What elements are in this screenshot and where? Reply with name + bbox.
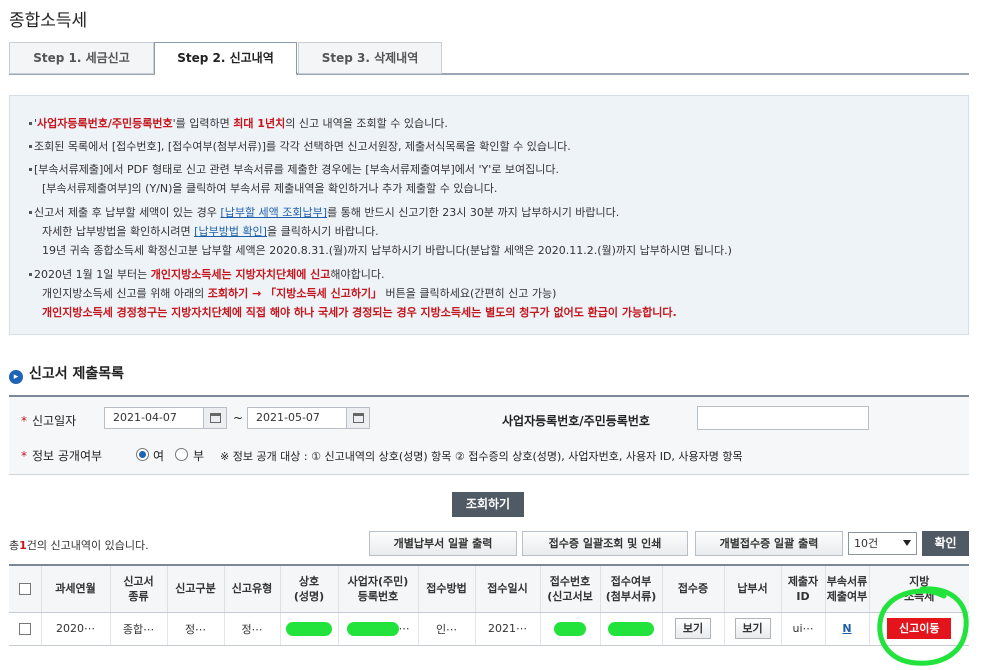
row-checkbox[interactable]	[18, 623, 31, 635]
public-note: ※ 정보 공개 대상 : ① 신고내역의 상호(성명) 항목 ② 접수증의 상호…	[220, 450, 743, 463]
biz-number-label: 사업자등록번호/주민등록번호	[502, 414, 650, 428]
table-header-row: 과세연월 신고서 종류 신고구분 신고유형 상호 (성명) 사업자(주민) 등록번호 …	[9, 564, 969, 613]
public-no-radio[interactable]	[175, 448, 188, 461]
pay-method-link[interactable]: [납부방법 확인]	[194, 225, 267, 238]
tab-step1[interactable]: Step 1. 세금신고	[9, 42, 154, 74]
view-receipt-button[interactable]: 보기	[675, 618, 711, 639]
date-tilde: ~	[233, 411, 244, 425]
column-header: 사업자(주민) 등록번호	[338, 564, 419, 613]
tab-step3[interactable]: Step 3. 삭제내역	[298, 42, 442, 74]
page-title: 종합소득세	[9, 11, 88, 31]
notice-box: '사업자등록번호/주민등록번호'를 입력하면 최대 1년치의 신고 내역을 조회…	[9, 95, 969, 335]
cell-category: 정⋯	[167, 612, 225, 646]
column-header: 과세연월	[41, 564, 111, 613]
calendar-icon[interactable]	[346, 407, 370, 429]
bullet-icon	[29, 211, 32, 214]
cell-status-redacted[interactable]	[600, 612, 663, 646]
individual-receipt-print-button[interactable]: 개별접수증 일괄 출력	[695, 531, 843, 556]
column-header: 지방 소득세	[869, 564, 969, 613]
notice-line: 개인지방소득세 신고를 위해 아래의 조회하기 → 「지방소득세 신고하기」 버…	[42, 287, 557, 300]
select-all-checkbox[interactable]	[18, 583, 31, 596]
notice-line: '사업자등록번호/주민등록번호'를 입력하면 최대 1년치의 신고 내역을 조회…	[34, 117, 448, 130]
calendar-icon[interactable]	[203, 407, 227, 429]
column-header: 접수방법	[418, 564, 476, 613]
cell-type: 정⋯	[224, 612, 281, 646]
submission-table: 과세연월 신고서 종류 신고구분 신고유형 상호 (성명) 사업자(주민) 등록번호 …	[9, 564, 969, 646]
public-yes-label: 여	[153, 449, 165, 463]
public-label: * 정보 공개여부	[21, 449, 103, 463]
notice-line: 개인지방소득세 경정청구는 지방자치단체에 직접 해야 하나 국세가 경정되는 …	[42, 306, 677, 319]
notice-line: 신고서 제출 후 납부할 세액이 있는 경우 [납부할 세액 조회납부]를 통해…	[34, 206, 620, 219]
result-count: 총1건의 신고내역이 있습니다.	[9, 539, 149, 552]
table-row: 2020⋯ 종합⋯ 정⋯ 정⋯ ⋯ 인⋯ 2021⋯ 보기 보기 ui⋯ N 신…	[9, 612, 969, 646]
page-size-select[interactable]: 10건	[848, 532, 917, 555]
public-no-label: 부	[193, 449, 205, 463]
column-header: 부속서류 제출여부	[825, 564, 870, 613]
local-tax-move-button[interactable]: 신고이동	[887, 618, 952, 639]
biz-number-input[interactable]	[697, 406, 869, 430]
column-header: 신고유형	[224, 564, 281, 613]
notice-line: 조회된 목록에서 [접수번호], [접수여부(첨부서류)]를 각각 선택하면 신…	[34, 140, 571, 153]
notice-line: 2020년 1월 1일 부터는 개인지방소득세는 지방자치단체에 신고해야합니다…	[34, 268, 385, 281]
select-all-header	[9, 564, 42, 613]
start-date-input[interactable]: 2021-04-07	[104, 407, 204, 429]
attach-status-link[interactable]: N	[842, 622, 851, 635]
bullet-icon	[29, 273, 32, 276]
column-header: 상호 (성명)	[280, 564, 339, 613]
step-tabs: Step 1. 세금신고 Step 2. 신고내역 Step 3. 삭제내역	[9, 42, 969, 76]
redaction-mark	[608, 621, 654, 636]
notice-line: [부속서류제출여부]의 (Y/N)을 클릭하여 부속서류 제출내역을 확인하거나…	[42, 182, 498, 195]
batch-payment-print-button[interactable]: 개별납부서 일괄 출력	[369, 531, 517, 556]
column-header: 접수증	[662, 564, 725, 613]
view-payment-button[interactable]: 보기	[734, 618, 771, 639]
chevron-down-icon	[903, 540, 911, 546]
column-header: 납부서	[724, 564, 782, 613]
column-header: 접수일시	[475, 564, 541, 613]
cell-biz-number: ⋯	[338, 612, 419, 646]
column-header: 신고서 종류	[110, 564, 168, 613]
bullet-icon	[29, 122, 32, 125]
date-label: * 신고일자	[21, 414, 77, 428]
column-header: 신고구분	[167, 564, 225, 613]
confirm-button[interactable]: 확인	[922, 531, 969, 556]
cell-kind: 종합⋯	[110, 612, 168, 646]
redaction-mark	[554, 621, 586, 636]
bullet-icon	[29, 145, 32, 148]
column-header: 접수여부 (첨부서류)	[600, 564, 663, 613]
column-header: 접수번호 (신고서보	[540, 564, 601, 613]
search-filter: * 신고일자 2021-04-07 ~ 2021-05-07 사업자등록번호/주민…	[9, 395, 969, 475]
bullet-icon	[29, 168, 32, 171]
column-header: 제출자 ID	[781, 564, 826, 613]
search-button[interactable]: 조회하기	[452, 492, 524, 517]
redaction-mark	[346, 621, 399, 636]
arrow-circle-icon: ▸	[9, 370, 23, 384]
pay-tax-link[interactable]: [납부할 세액 조회납부]	[220, 206, 327, 219]
end-date-input[interactable]: 2021-05-07	[247, 407, 347, 429]
cell-period: 2020⋯	[41, 612, 111, 646]
cell-receipt-number-redacted[interactable]	[540, 612, 601, 646]
cell-datetime: 2021⋯	[475, 612, 541, 646]
batch-receipt-print-button[interactable]: 접수증 일괄조회 및 인쇄	[522, 531, 688, 556]
cell-name-redacted	[280, 612, 339, 646]
cell-method: 인⋯	[418, 612, 476, 646]
notice-line: 자세한 납부방법을 확인하시려면 [납부방법 확인]을 클릭하시기 바랍니다.	[42, 225, 379, 238]
redaction-mark	[286, 621, 332, 636]
section-title: ▸ 신고서 제출목록	[9, 363, 124, 384]
notice-line: [부속서류제출]에서 PDF 형태로 신고 관련 부속서류를 제출한 경우에는 …	[34, 163, 559, 176]
public-yes-radio[interactable]	[136, 448, 149, 461]
cell-submitter: ui⋯	[781, 612, 826, 646]
tab-step2[interactable]: Step 2. 신고내역	[154, 42, 297, 76]
notice-line: 19년 귀속 종합소득세 확정신고분 납부할 세액은 2020.8.31.(월)…	[42, 244, 732, 257]
